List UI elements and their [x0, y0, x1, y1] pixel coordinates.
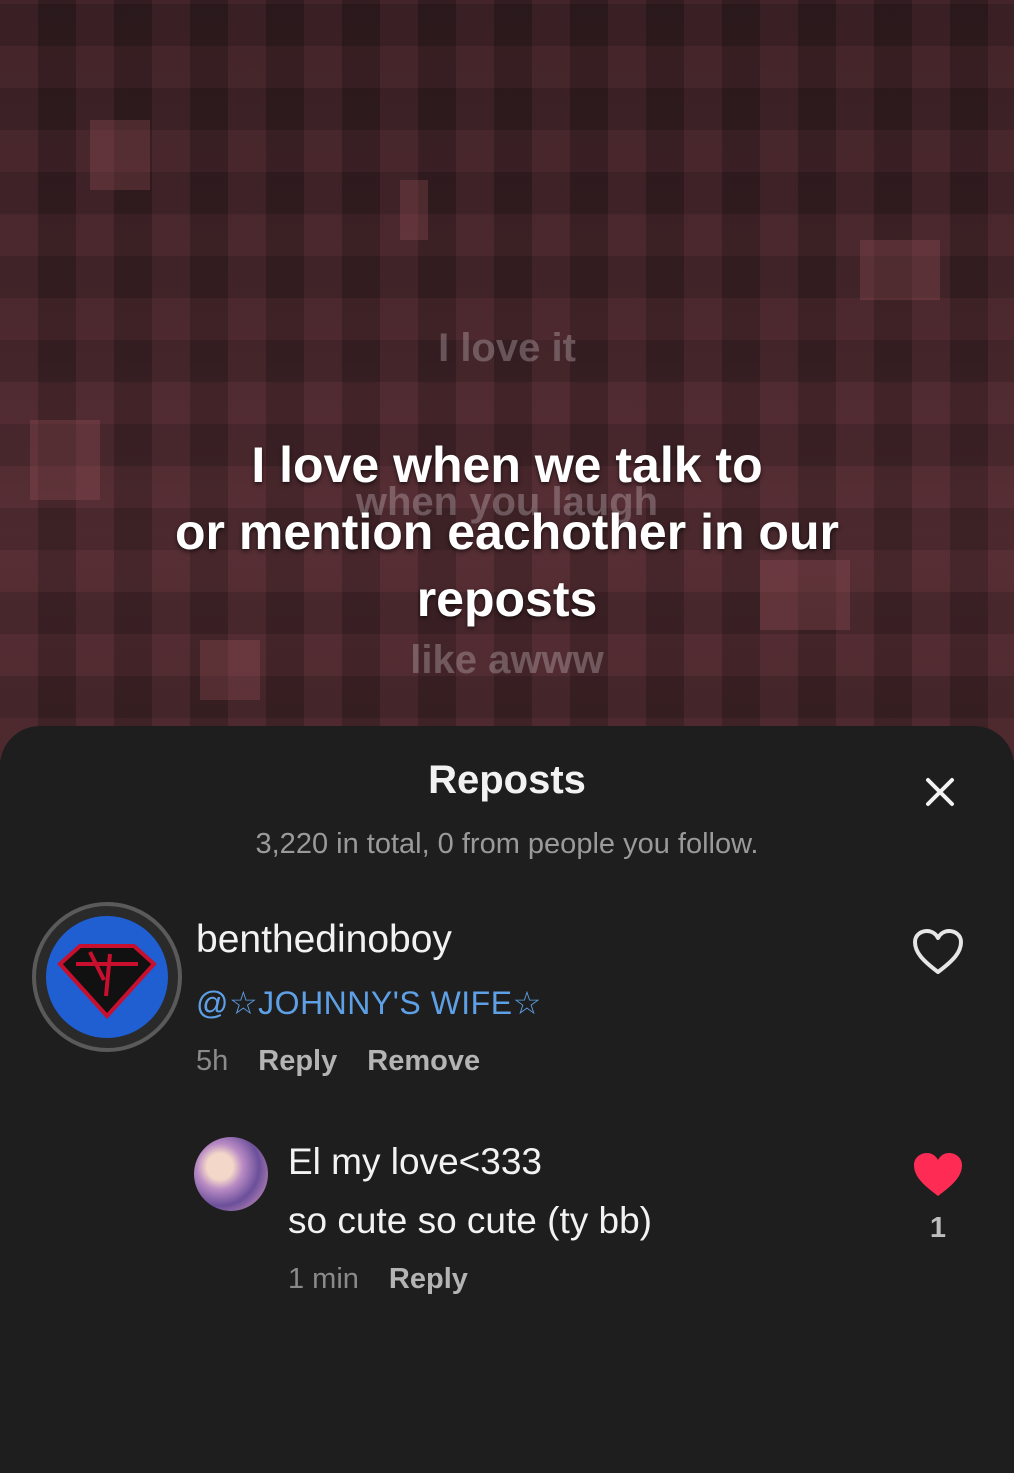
like-button[interactable] — [912, 928, 964, 976]
heart-filled-icon — [914, 1153, 962, 1196]
reply-text: so cute so cute (ty bb) — [288, 1200, 653, 1241]
comment-username[interactable]: benthedinoboy — [196, 918, 452, 962]
reply-like-button[interactable] — [912, 1151, 964, 1199]
avatar-image — [46, 916, 168, 1038]
remove-button[interactable]: Remove — [367, 1045, 480, 1077]
reply-time: 1 min — [288, 1263, 359, 1295]
comment-mention-link[interactable]: @☆JOHNNY'S WIFE☆ — [196, 984, 542, 1022]
sheet-title: Reposts — [428, 758, 586, 802]
close-icon — [926, 778, 954, 806]
ghost-caption-3: like awww — [410, 638, 604, 682]
close-button[interactable] — [922, 774, 958, 810]
caption-line-2: or mention eachother in our — [175, 504, 839, 560]
repost-summary: 3,220 in total, 0 from people you follow… — [255, 828, 759, 860]
video-caption: I love when we talk to or mention eachot… — [0, 432, 1014, 633]
reply-button[interactable]: Reply — [258, 1045, 337, 1077]
like-count: 1 — [929, 1212, 947, 1244]
reply-username[interactable]: El my love<333 — [288, 1141, 542, 1183]
reply-button[interactable]: Reply — [389, 1263, 468, 1295]
reply-meta: 1 min Reply — [288, 1263, 468, 1296]
reply-avatar[interactable] — [194, 1137, 268, 1211]
caption-line-1: I love when we talk to — [251, 437, 763, 493]
diamond-logo-icon — [57, 944, 157, 1019]
comment-time: 5h — [196, 1045, 229, 1077]
ghost-caption-1: I love it — [438, 326, 576, 370]
heart-outline-icon — [913, 929, 963, 974]
comment-meta: 5h Reply Remove — [196, 1045, 480, 1078]
caption-line-3: reposts — [416, 571, 598, 627]
avatar[interactable] — [32, 902, 182, 1052]
